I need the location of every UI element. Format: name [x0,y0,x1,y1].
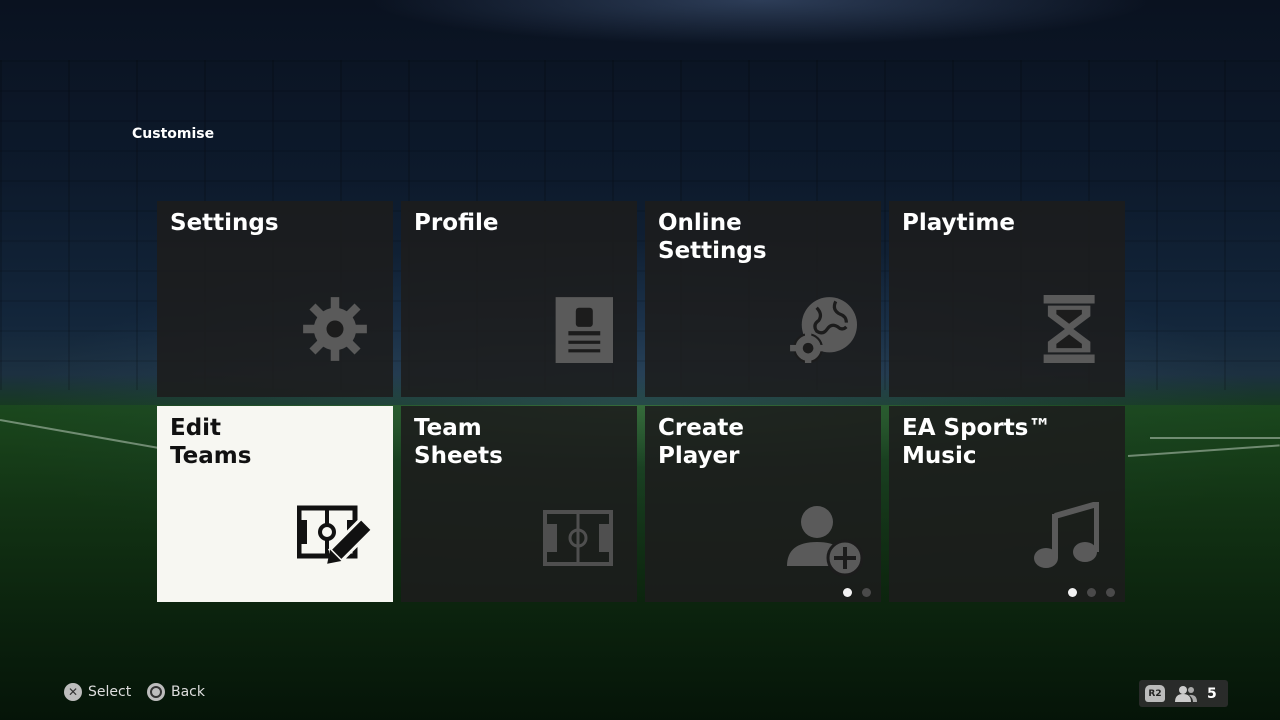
tile-label: Profile [414,210,499,236]
pitch-edit-icon [297,504,375,574]
page-dot [843,588,852,597]
page-dot [1068,588,1077,597]
tile-label: Online Settings [658,210,767,264]
pitch-line [0,419,158,449]
tile-ea-sports-music[interactable]: EA Sports™ Music [889,406,1125,602]
tile-label: Settings [170,210,279,236]
page-dot [1106,588,1115,597]
party-indicator: R2 5 [1139,680,1228,707]
party-count: 5 [1207,685,1217,702]
tile-label: EA Sports™ Music [902,415,1052,469]
section-title: Customise [132,126,215,142]
tile-playtime[interactable]: Playtime [889,201,1125,397]
gear-icon [301,295,369,363]
globe-gear-icon [789,295,857,363]
tile-profile[interactable]: Profile [401,201,637,397]
select-hint[interactable]: ✕ Select [64,683,131,701]
page-dot [862,588,871,597]
tile-team-sheets[interactable]: Team Sheets [401,406,637,602]
pitch-line [1150,437,1280,439]
select-label: Select [88,684,132,700]
page-indicator [1068,588,1115,597]
music-note-icon [1033,502,1099,572]
tile-settings[interactable]: Settings [157,201,393,397]
cross-button-icon: ✕ [64,683,82,701]
tile-label: Team Sheets [414,415,503,469]
tile-label: Edit Teams [170,415,252,469]
pitch-line [1127,444,1280,457]
tile-label: Playtime [902,210,1015,236]
back-hint[interactable]: Back [147,683,205,701]
page-dot [1087,588,1096,597]
back-label: Back [171,684,205,700]
r2-button-icon: R2 [1145,685,1165,702]
tile-edit-teams[interactable]: Edit Teams [157,406,393,602]
friends-icon [1175,685,1197,702]
tile-online-settings[interactable]: Online Settings [645,201,881,397]
add-player-icon [787,504,863,576]
page-indicator [843,588,871,597]
tile-label: Create Player [658,415,744,469]
stadium-lights [0,0,1280,60]
tile-create-player[interactable]: Create Player [645,406,881,602]
pitch-icon [543,510,613,566]
profile-card-icon [545,295,613,363]
hourglass-icon [1033,295,1101,363]
circle-button-icon [147,683,165,701]
customise-menu-grid: Settings Profile Online Settings Playtim… [157,201,1126,602]
